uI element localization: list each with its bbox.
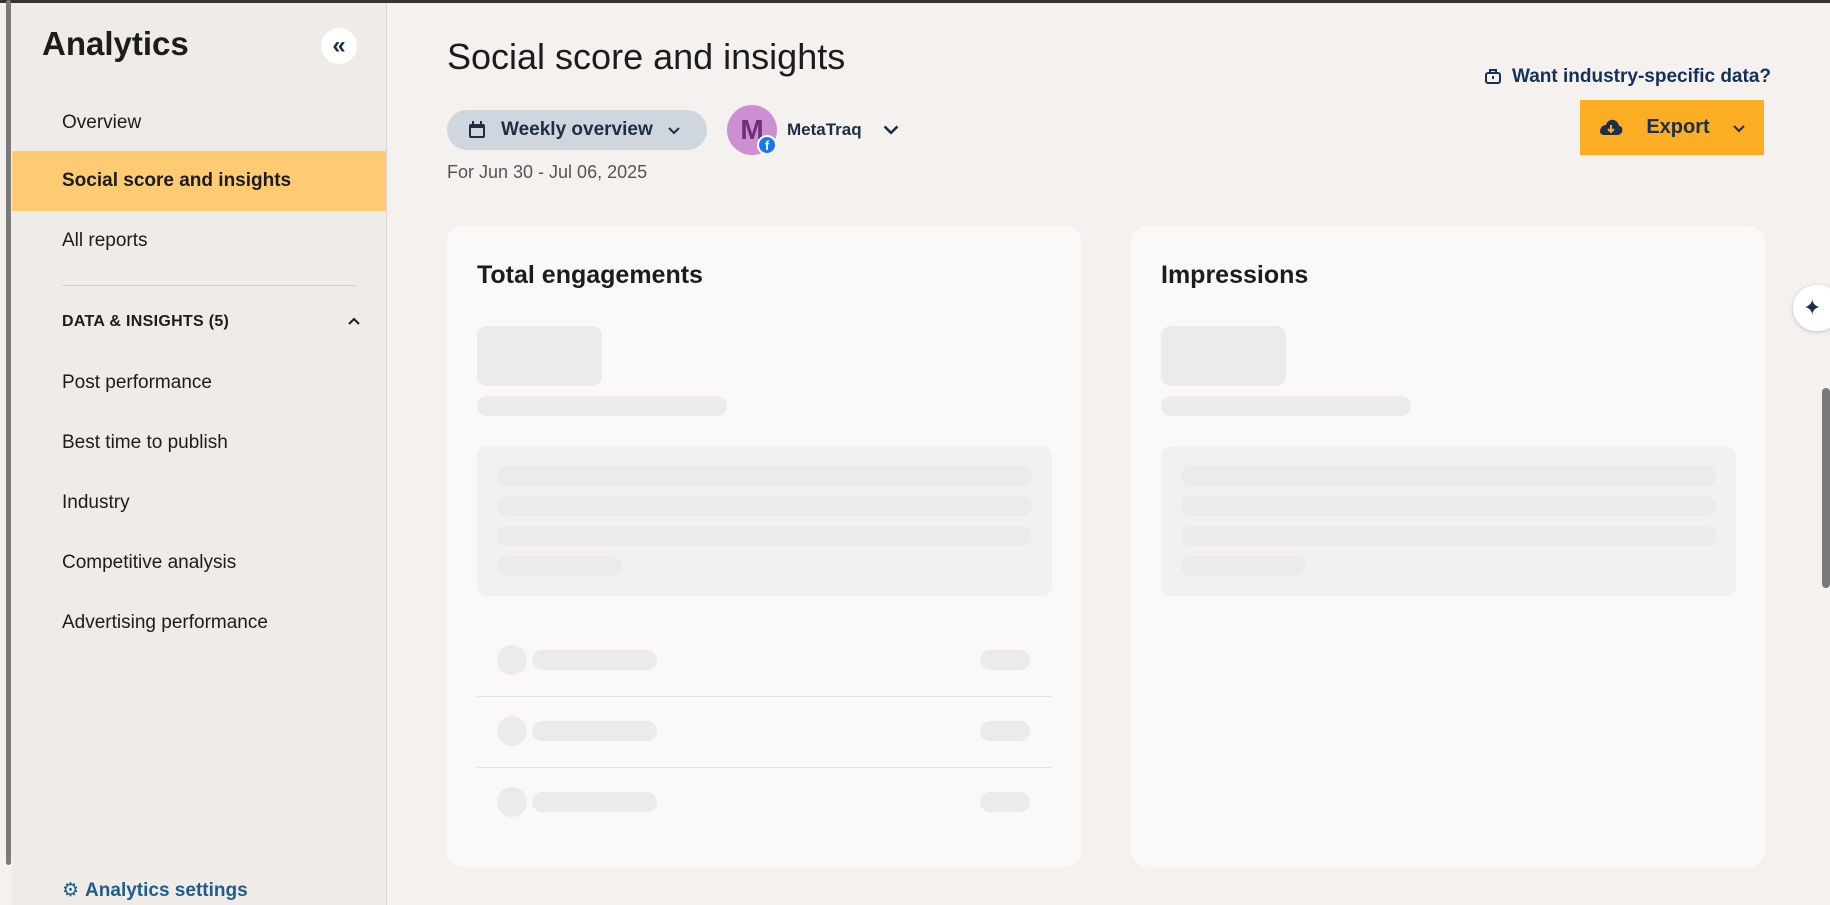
- sidebar-item-industry[interactable]: Industry: [62, 492, 130, 514]
- loading-skeleton: [1181, 466, 1716, 486]
- loading-skeleton-avatar: [497, 645, 527, 675]
- sidebar-divider: [62, 285, 356, 286]
- loading-skeleton-panel: [1161, 446, 1736, 596]
- loading-skeleton: [1181, 556, 1306, 576]
- row-divider: [477, 696, 1052, 697]
- loading-skeleton: [497, 526, 1032, 546]
- sidebar-item-advertising-performance[interactable]: Advertising performance: [62, 612, 268, 634]
- sidebar-item-all-reports[interactable]: All reports: [12, 211, 386, 271]
- industry-link-label: Want industry-specific data?: [1512, 66, 1771, 87]
- loading-skeleton: [497, 466, 1032, 486]
- chevron-down-icon: [1732, 124, 1745, 132]
- chevron-up-icon: [348, 317, 360, 325]
- sidebar-item-post-performance[interactable]: Post performance: [62, 372, 212, 394]
- sidebar-item-label: All reports: [62, 230, 148, 251]
- sidebar: Analytics « Overview Social score and in…: [12, 3, 387, 905]
- loading-skeleton: [532, 721, 657, 741]
- loading-skeleton-panel: [477, 446, 1052, 596]
- industry-data-link[interactable]: Want industry-specific data?: [1484, 66, 1771, 88]
- loading-skeleton: [980, 792, 1030, 812]
- loading-skeleton: [477, 396, 727, 416]
- period-label: Weekly overview: [501, 119, 653, 140]
- export-label: Export: [1646, 116, 1710, 138]
- chevron-down-icon: [668, 127, 680, 135]
- loading-skeleton-avatar: [497, 716, 527, 746]
- sidebar-title: Analytics: [42, 25, 189, 62]
- page-title: Social score and insights: [447, 36, 846, 77]
- sidebar-item-label: Overview: [62, 112, 142, 133]
- facebook-icon: f: [757, 135, 777, 155]
- calendar-icon: [469, 121, 485, 138]
- export-button[interactable]: Export: [1580, 100, 1764, 155]
- loading-skeleton: [1181, 496, 1716, 516]
- loading-skeleton: [477, 326, 602, 386]
- double-chevron-left-icon: «: [332, 32, 346, 59]
- loading-skeleton: [1161, 326, 1286, 386]
- sidebar-item-competitive-analysis[interactable]: Competitive analysis: [62, 552, 236, 574]
- sidebar-item-label: Social score and insights: [62, 170, 292, 191]
- page-scrollbar[interactable]: [1822, 388, 1830, 588]
- briefcase-icon: [1485, 69, 1501, 84]
- loading-skeleton: [497, 496, 1032, 516]
- section-label: DATA & INSIGHTS (5): [62, 313, 230, 330]
- sidebar-scrollbar[interactable]: [6, 0, 11, 865]
- cloud-download-icon: [1600, 119, 1623, 135]
- sidebar-item-overview[interactable]: Overview: [12, 93, 386, 153]
- period-selector[interactable]: Weekly overview: [447, 110, 707, 150]
- loading-skeleton-avatar: [497, 787, 527, 817]
- loading-skeleton: [1161, 396, 1411, 416]
- loading-skeleton: [497, 556, 622, 576]
- sparkle-icon: ✦: [1803, 295, 1822, 320]
- ai-assistant-button[interactable]: ✦: [1793, 285, 1830, 331]
- account-chevron-down-icon[interactable]: [882, 120, 900, 138]
- sidebar-item-social-score[interactable]: Social score and insights: [12, 151, 386, 211]
- analytics-settings-link[interactable]: ⚙ Analytics settings: [62, 879, 248, 902]
- date-range: For Jun 30 - Jul 06, 2025: [447, 162, 648, 182]
- card-title: Total engagements: [477, 261, 703, 289]
- row-divider: [477, 767, 1052, 768]
- total-engagements-card: Total engagements: [447, 226, 1081, 867]
- data-insights-section-toggle[interactable]: DATA & INSIGHTS (5): [62, 313, 362, 331]
- impressions-card: Impressions: [1131, 226, 1765, 867]
- loading-skeleton: [1181, 526, 1716, 546]
- settings-label: Analytics settings: [85, 879, 248, 901]
- loading-skeleton: [532, 650, 657, 670]
- loading-skeleton: [980, 721, 1030, 741]
- collapse-sidebar-button[interactable]: «: [321, 28, 357, 64]
- account-name[interactable]: MetaTraq: [787, 120, 862, 140]
- gear-icon: ⚙: [62, 880, 80, 901]
- sidebar-item-best-time[interactable]: Best time to publish: [62, 432, 228, 454]
- loading-skeleton: [532, 792, 657, 812]
- card-title: Impressions: [1161, 261, 1309, 289]
- loading-skeleton: [980, 650, 1030, 670]
